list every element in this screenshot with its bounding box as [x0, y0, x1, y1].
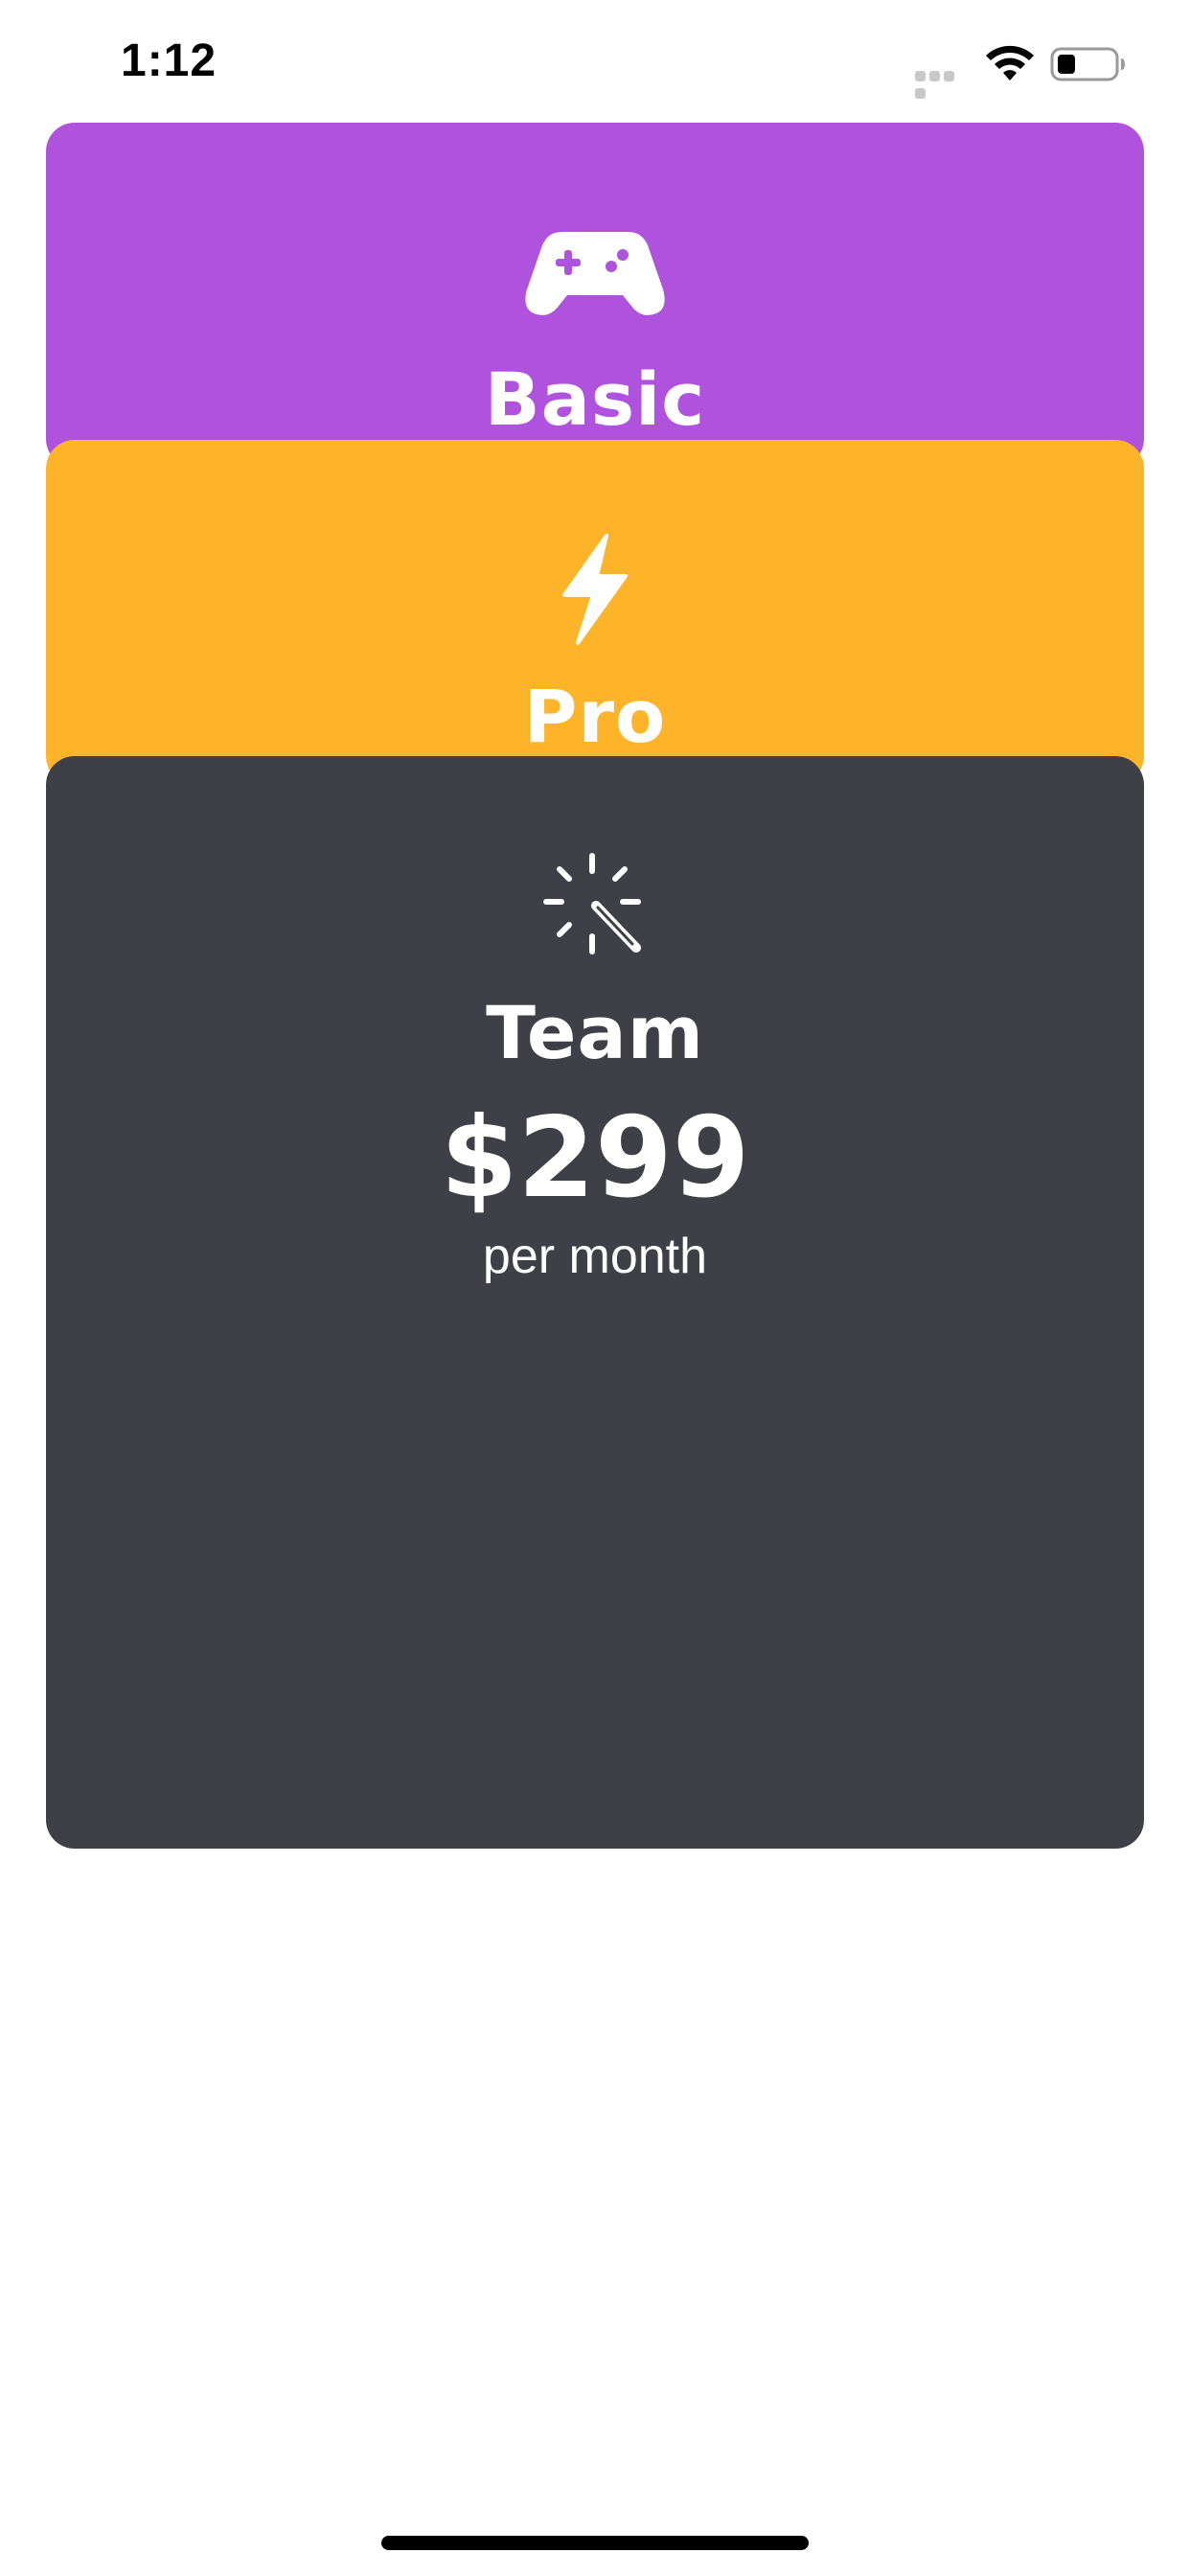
plan-title: Pro — [523, 674, 667, 759]
plan-title: Team — [486, 990, 704, 1075]
status-time: 1:12 — [121, 35, 217, 86]
lightning-bolt-icon — [562, 534, 628, 645]
game-controller-icon — [525, 232, 665, 315]
battery-icon — [1050, 47, 1125, 81]
plan-card-basic[interactable]: Basic — [46, 123, 1144, 468]
plan-price: $299 — [440, 1093, 750, 1223]
magic-wand-icon — [543, 853, 641, 954]
wifi-icon — [986, 45, 1034, 80]
plan-card-pro[interactable]: Pro — [46, 440, 1144, 785]
home-indicator[interactable] — [381, 2536, 809, 2550]
plan-title: Basic — [484, 356, 706, 442]
plan-period: per month — [482, 1229, 708, 1284]
status-bar: 1:12 — [0, 0, 1190, 126]
cellular-signal-icon — [915, 69, 971, 99]
plan-card-team[interactable]: Team $299 per month — [46, 756, 1144, 1849]
